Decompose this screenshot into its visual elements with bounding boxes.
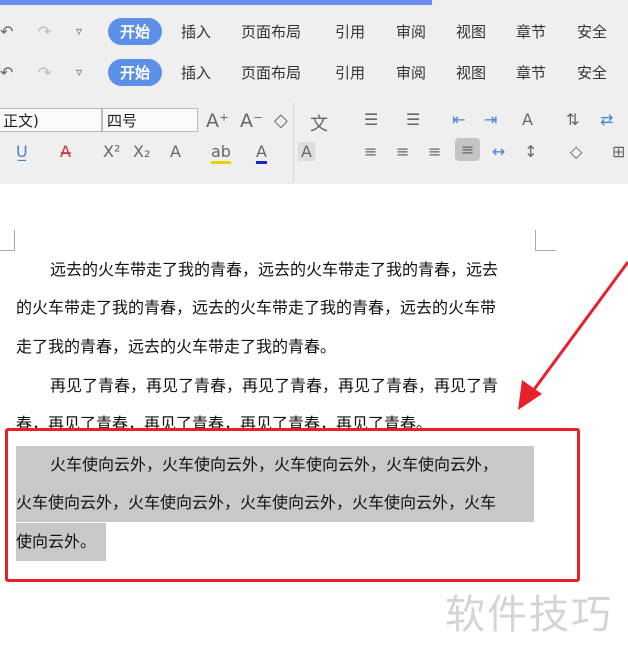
- watermark: 软件技巧: [445, 592, 613, 638]
- annotation-arrow: [518, 261, 628, 410]
